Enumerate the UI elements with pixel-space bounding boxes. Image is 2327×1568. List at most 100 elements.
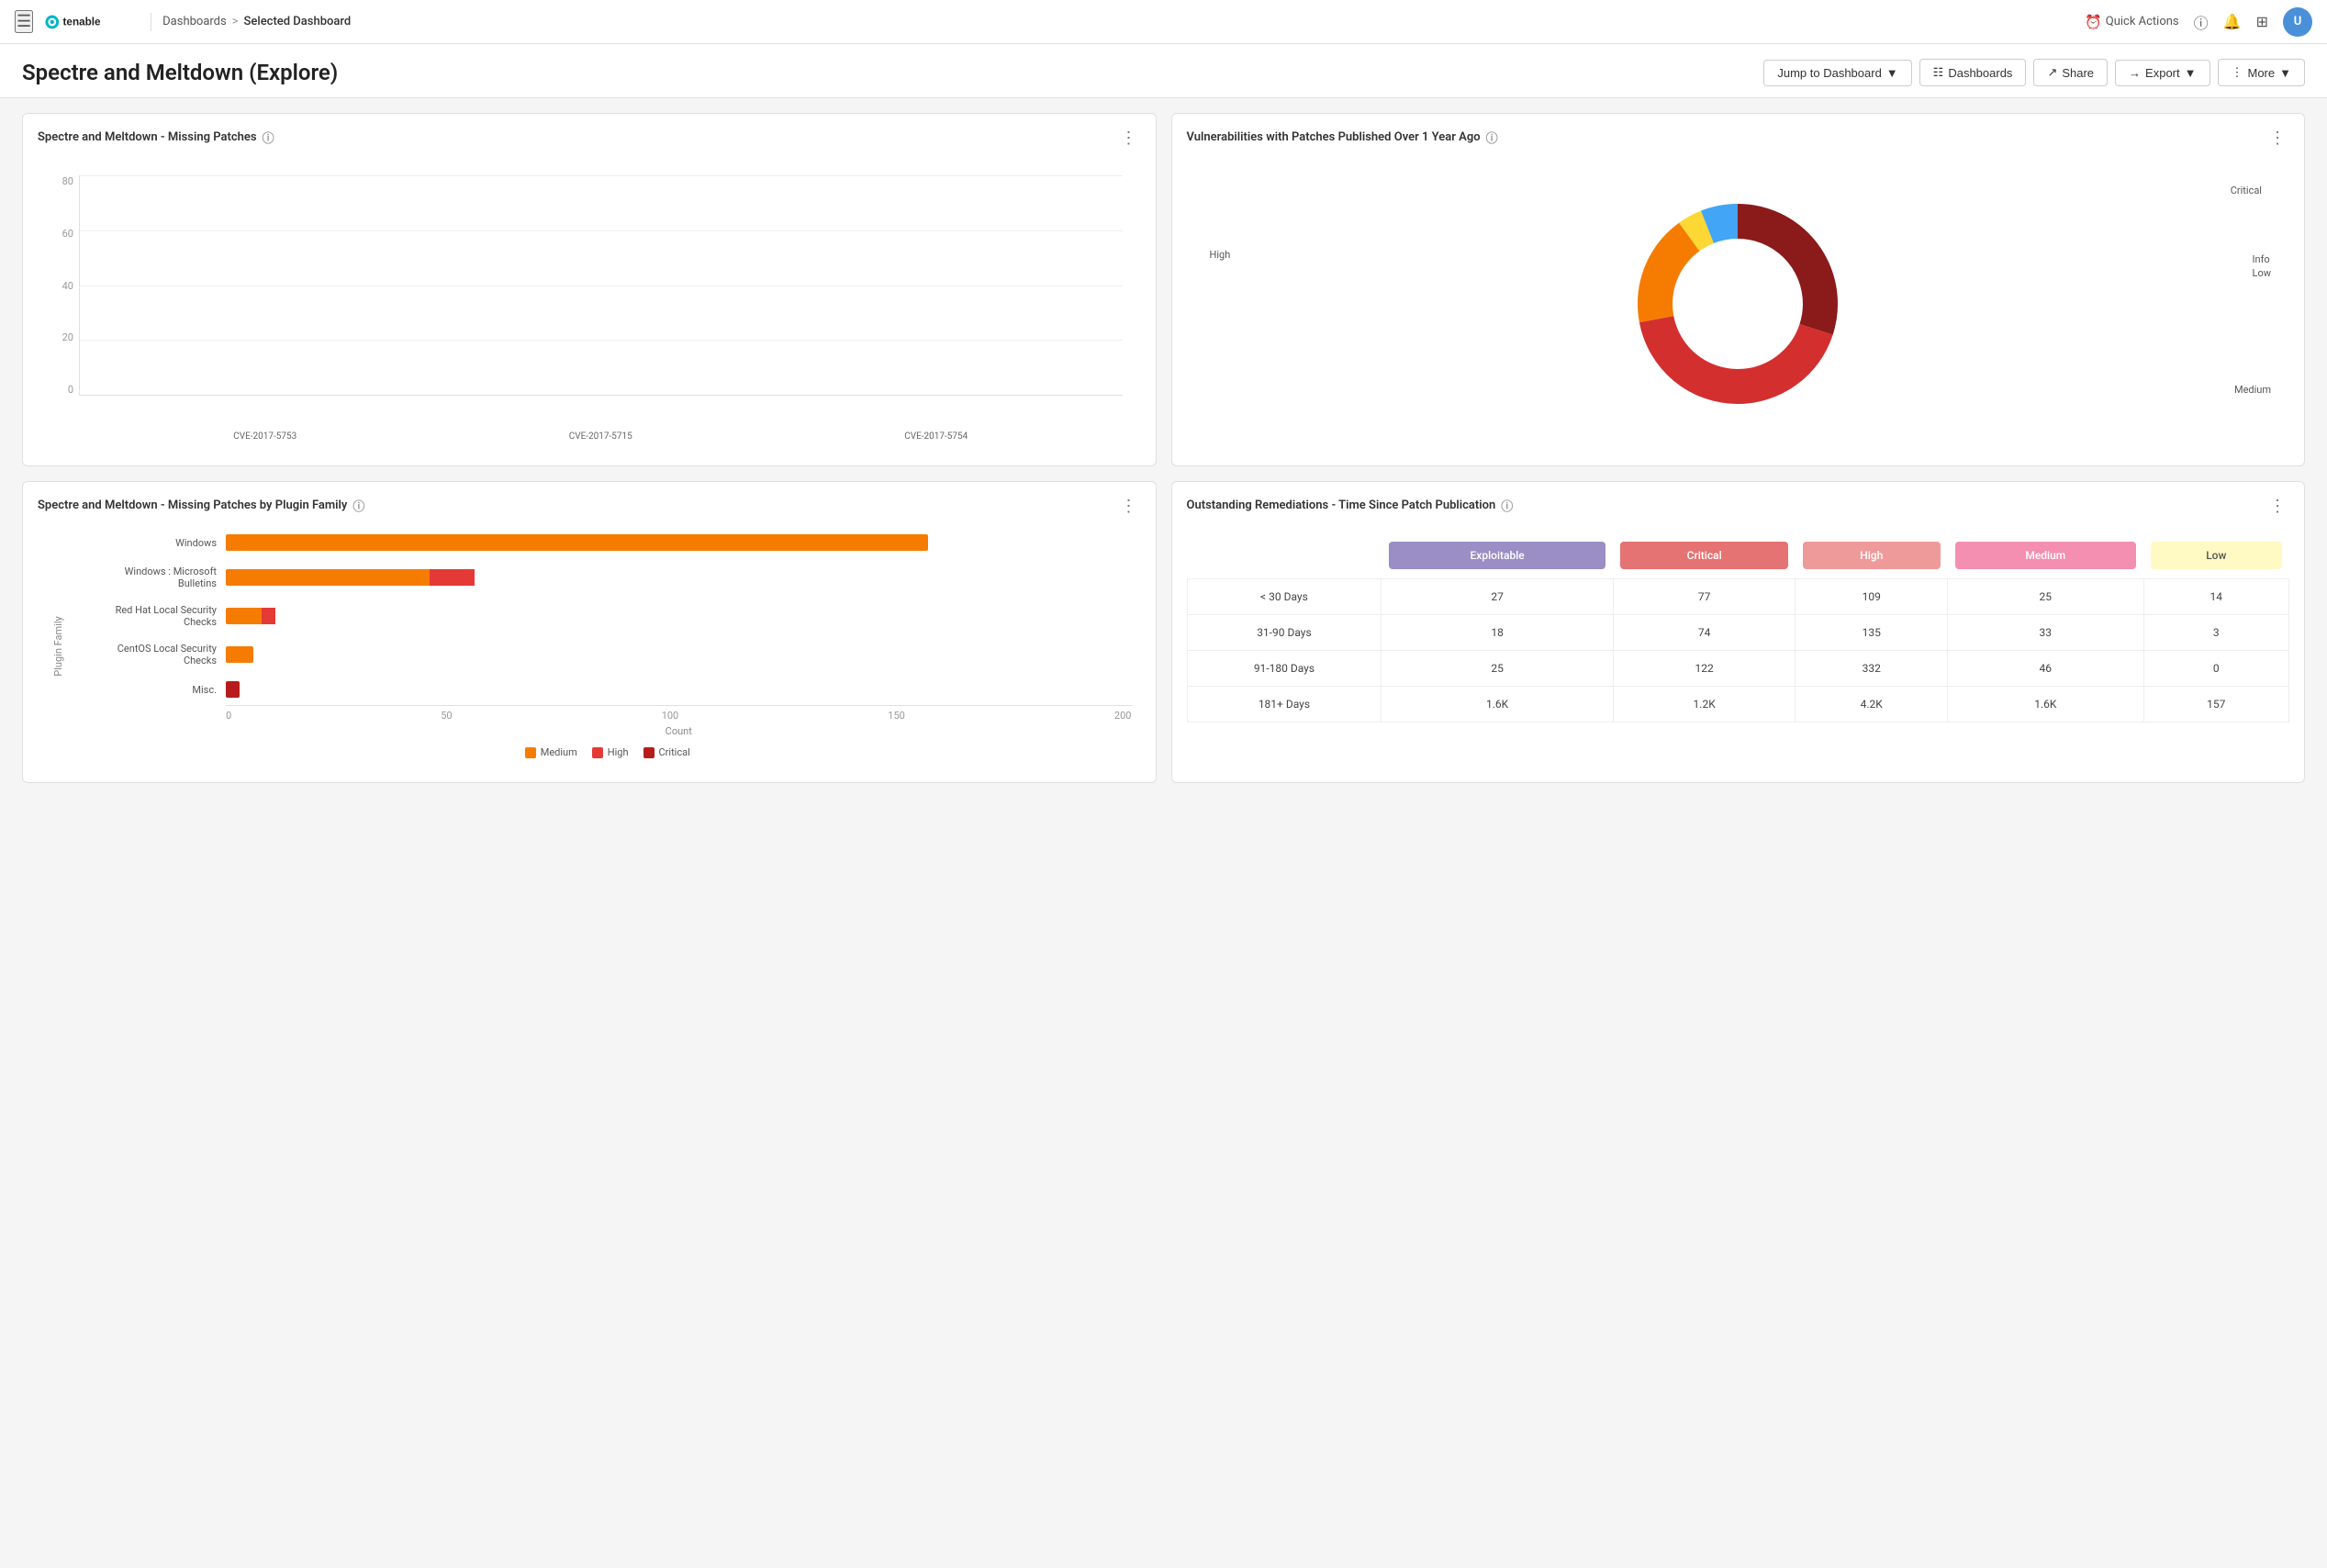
x-tick-200: 200 [1114,710,1132,722]
cell-180-exploitable: 25 [1382,651,1614,687]
y-label-80: 80 [62,175,73,187]
donut-label-high: High [1210,249,1231,261]
donut-label-medium: Medium [2234,384,2271,396]
nav-right: ⏰ Quick Actions ⓘ 🔔 ⊞ U [2085,7,2312,37]
cell-30-critical: 77 [1613,579,1796,615]
legend-medium: Medium [525,746,577,758]
export-label: Export [2145,66,2180,80]
hbar-label-redhat: Red Hat Local Security Checks [84,604,226,628]
hbar-label-windows: Windows [84,537,226,549]
share-label: Share [2062,66,2094,80]
x-label-5715: CVE-2017-5715 [569,431,632,442]
y-label-40: 40 [62,280,73,292]
legend-medium-dot [525,747,536,758]
card-missing-patches: Spectre and Meltdown - Missing Patches ⓘ… [22,113,1157,466]
card-vulnerabilities-donut: Vulnerabilities with Patches Published O… [1171,113,2306,466]
card3-menu-btn[interactable]: ⋮ [1117,498,1141,514]
card1-title: Spectre and Meltdown - Missing Patches ⓘ [38,129,274,146]
more-chevron-icon: ▼ [2279,66,2291,80]
bell-icon-btn[interactable]: 🔔 [2223,13,2242,31]
x-tick-100: 100 [662,710,679,722]
cell-180-low: 0 [2143,651,2288,687]
row-label-90days: 31-90 Days [1187,615,1382,651]
export-icon: → [2129,66,2141,80]
th-medium: Medium [1948,532,2144,579]
donut-label-low: Low [2253,267,2271,279]
more-btn[interactable]: ⋮ More ▼ [2218,59,2306,86]
card1-menu-btn[interactable]: ⋮ [1117,129,1141,146]
x-tick-50: 50 [441,710,452,722]
heatmap-table: Exploitable Critical High Medium Low < 3… [1187,532,2290,722]
cell-90-low: 3 [2143,615,2288,651]
legend-critical-dot [643,747,654,758]
th-empty [1187,532,1382,579]
row-label-30days: < 30 Days [1187,579,1382,615]
cell-181-low: 157 [2143,687,2288,722]
hbar-centos-medium [226,646,253,663]
cell-180-critical: 122 [1613,651,1796,687]
donut-svg [1618,185,1857,423]
legend-high: High [592,746,629,758]
hamburger-menu[interactable]: ☰ [15,10,33,33]
jump-to-dashboard-label: Jump to Dashboard [1777,66,1881,80]
cell-180-medium: 46 [1948,651,2144,687]
hbar-misc-critical [226,681,240,698]
x-tick-0: 0 [226,710,231,722]
card2-menu-btn[interactable]: ⋮ [2265,129,2289,146]
cell-30-low: 14 [2143,579,2288,615]
row-label-181plus: 181+ Days [1187,687,1382,722]
th-low: Low [2143,532,2288,579]
card-plugin-family: Spectre and Meltdown - Missing Patches b… [22,481,1157,783]
share-btn[interactable]: ↗ Share [2033,59,2108,86]
cell-90-medium: 33 [1948,615,2144,651]
cell-90-high: 135 [1796,615,1948,651]
cell-181-critical: 1.2K [1613,687,1796,722]
y-axis-label: Plugin Family [52,616,64,676]
card4-menu-btn[interactable]: ⋮ [2265,498,2289,514]
quick-actions-label: Quick Actions [2106,15,2179,28]
th-exploitable: Exploitable [1382,532,1614,579]
header-actions: Jump to Dashboard ▼ ☷ Dashboards ↗ Share… [1763,59,2305,86]
hbar-redhat-high [262,608,275,624]
card3-title: Spectre and Meltdown - Missing Patches b… [38,497,364,514]
table-row: 181+ Days 1.6K 1.2K 4.2K 1.6K 157 [1187,687,2289,722]
th-high: High [1796,532,1948,579]
grid-icon-btn[interactable]: ⊞ [2256,13,2268,31]
hbar-msb-medium [226,569,430,586]
quick-actions-btn[interactable]: ⏰ Quick Actions [2085,14,2179,30]
card3-info-icon[interactable]: ⓘ [352,497,364,514]
legend-critical: Critical [643,746,690,758]
donut-label-critical: Critical [2231,185,2262,196]
cell-30-medium: 25 [1948,579,2144,615]
y-label-0: 0 [68,384,73,396]
row-label-180days: 91-180 Days [1187,651,1382,687]
table-header-row: Exploitable Critical High Medium Low [1187,532,2289,579]
logo: tenable [44,12,125,32]
card1-info-icon[interactable]: ⓘ [263,129,274,146]
user-avatar[interactable]: U [2283,7,2312,37]
dashboard-grid: Spectre and Meltdown - Missing Patches ⓘ… [0,98,2327,798]
card4-info-icon[interactable]: ⓘ [1501,497,1513,514]
table-row: 91-180 Days 25 122 332 46 0 [1187,651,2289,687]
breadcrumb-current: Selected Dashboard [244,15,352,28]
breadcrumb: Dashboards > Selected Dashboard [162,15,351,28]
card-outstanding-remediations: Outstanding Remediations - Time Since Pa… [1171,481,2306,783]
legend-high-label: High [608,746,629,758]
export-btn[interactable]: → Export ▼ [2115,60,2210,86]
card3-header: Spectre and Meltdown - Missing Patches b… [38,497,1141,514]
dashboards-label: Dashboards [1948,66,2012,80]
jump-to-dashboard-btn[interactable]: Jump to Dashboard ▼ [1763,60,1911,86]
table-row: < 30 Days 27 77 109 25 14 [1187,579,2289,615]
x-label-5753: CVE-2017-5753 [233,431,296,442]
card2-info-icon[interactable]: ⓘ [1486,129,1498,146]
dashboards-btn[interactable]: ☷ Dashboards [1919,59,2027,86]
x-label-5754: CVE-2017-5754 [904,431,968,442]
legend-high-dot [592,747,603,758]
cell-181-exploitable: 1.6K [1382,687,1614,722]
breadcrumb-dashboards[interactable]: Dashboards [162,15,227,28]
help-icon-btn[interactable]: ⓘ [2194,11,2209,33]
hbar-redhat-medium [226,608,262,624]
card4-header: Outstanding Remediations - Time Since Pa… [1187,497,2290,514]
cell-181-medium: 1.6K [1948,687,2144,722]
y-label-20: 20 [62,331,73,343]
